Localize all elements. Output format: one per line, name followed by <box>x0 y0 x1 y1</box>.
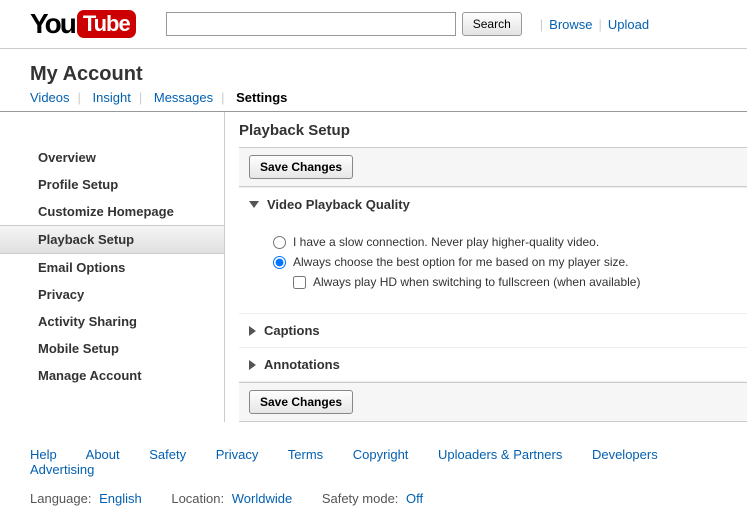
sidebar-item-manage-account[interactable]: Manage Account <box>0 362 224 389</box>
location-label: Location: <box>171 491 224 506</box>
footer-link-safety[interactable]: Safety <box>149 447 186 462</box>
sidebar-item-overview[interactable]: Overview <box>0 144 224 171</box>
checkbox-label: Always play HD when switching to fullscr… <box>313 275 640 289</box>
footer-link-uploaders[interactable]: Uploaders & Partners <box>438 447 562 462</box>
upload-link[interactable]: Upload <box>608 17 649 32</box>
sidebar-item-playback-setup[interactable]: Playback Setup <box>0 225 224 254</box>
search-button[interactable]: Search <box>462 12 522 36</box>
accordion-title: Video Playback Quality <box>267 197 410 212</box>
tab-settings[interactable]: Settings <box>236 90 287 105</box>
sidebar-item-activity-sharing[interactable]: Activity Sharing <box>0 308 224 335</box>
footer-links: Help About Safety Privacy Terms Copyrigh… <box>30 447 717 477</box>
save-changes-button-top[interactable]: Save Changes <box>249 155 353 179</box>
tab-insight[interactable]: Insight <box>93 90 131 105</box>
settings-sidebar: Overview Profile Setup Customize Homepag… <box>0 112 225 422</box>
safety-label: Safety mode: <box>322 491 399 506</box>
accordion-video-playback-quality[interactable]: Video Playback Quality <box>239 187 747 221</box>
sidebar-item-email-options[interactable]: Email Options <box>0 254 224 281</box>
sidebar-item-profile-setup[interactable]: Profile Setup <box>0 171 224 198</box>
accordion-captions[interactable]: Captions <box>239 313 747 347</box>
language-label: Language: <box>30 491 91 506</box>
chevron-right-icon <box>249 326 256 336</box>
quality-options: I have a slow connection. Never play hig… <box>239 221 747 313</box>
sidebar-item-customize-homepage[interactable]: Customize Homepage <box>0 198 224 225</box>
footer-link-privacy[interactable]: Privacy <box>216 447 259 462</box>
chevron-down-icon <box>249 201 259 208</box>
radio-slow-connection[interactable] <box>273 236 286 249</box>
footer-link-about[interactable]: About <box>86 447 120 462</box>
divider: | <box>540 17 543 32</box>
sidebar-item-mobile-setup[interactable]: Mobile Setup <box>0 335 224 362</box>
sidebar-item-privacy[interactable]: Privacy <box>0 281 224 308</box>
save-changes-button-bottom[interactable]: Save Changes <box>249 390 353 414</box>
logo-text-tube: Tube <box>77 10 136 38</box>
chevron-right-icon <box>249 360 256 370</box>
account-tabs: Videos| Insight| Messages| Settings <box>0 90 747 112</box>
logo-text-you: You <box>30 8 75 40</box>
divider: | <box>599 17 602 32</box>
tab-videos[interactable]: Videos <box>30 90 70 105</box>
checkbox-always-hd-fullscreen[interactable] <box>293 276 306 289</box>
footer-link-help[interactable]: Help <box>30 447 57 462</box>
search-input[interactable] <box>166 12 456 36</box>
language-value[interactable]: English <box>99 491 142 506</box>
section-title: Playback Setup <box>239 112 747 147</box>
page-title: My Account <box>0 49 747 90</box>
radio-label: I have a slow connection. Never play hig… <box>293 235 599 249</box>
radio-auto-best[interactable] <box>273 256 286 269</box>
accordion-title: Annotations <box>264 357 340 372</box>
browse-link[interactable]: Browse <box>549 17 592 32</box>
accordion-title: Captions <box>264 323 320 338</box>
youtube-logo[interactable]: You Tube <box>30 8 136 40</box>
tab-messages[interactable]: Messages <box>154 90 213 105</box>
safety-value[interactable]: Off <box>406 491 423 506</box>
footer-link-copyright[interactable]: Copyright <box>353 447 409 462</box>
footer-link-developers[interactable]: Developers <box>592 447 658 462</box>
location-value[interactable]: Worldwide <box>232 491 292 506</box>
footer-link-terms[interactable]: Terms <box>288 447 323 462</box>
radio-label: Always choose the best option for me bas… <box>293 255 629 269</box>
accordion-annotations[interactable]: Annotations <box>239 347 747 382</box>
footer-link-advertising[interactable]: Advertising <box>30 462 94 477</box>
